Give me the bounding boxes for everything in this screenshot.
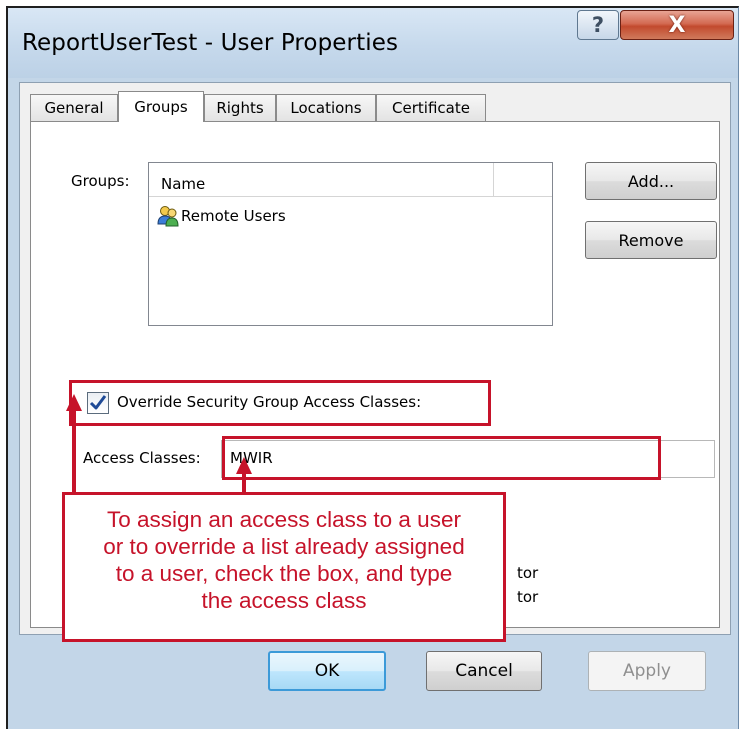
help-icon: ? (591, 13, 605, 37)
callout-arrow-line-left-upper (72, 410, 76, 492)
tab-locations[interactable]: Locations (276, 94, 376, 121)
instruction-callout: To assign an access class to a user or t… (62, 492, 506, 642)
apply-button[interactable]: Apply (588, 651, 706, 691)
close-icon: X (668, 12, 686, 38)
callout-line-3: to a user, check the box, and type (115, 561, 453, 586)
ok-button[interactable]: OK (268, 651, 386, 691)
close-button[interactable]: X (620, 10, 734, 40)
tab-rights[interactable]: Rights (204, 94, 276, 121)
arrowhead-up-center (236, 457, 252, 474)
help-button[interactable]: ? (577, 10, 619, 40)
window-title: ReportUserTest - User Properties (22, 30, 399, 56)
arrowhead-up-left (66, 394, 82, 411)
properties-window: ReportUserTest - User Properties ? X Gen… (6, 6, 739, 729)
groups-list[interactable]: Name Remote Users (148, 162, 553, 326)
column-header-name[interactable]: Name (149, 163, 494, 197)
input-highlight-box (222, 436, 661, 480)
checkmark-icon (89, 395, 107, 410)
add-button[interactable]: Add... (585, 162, 717, 200)
obscured-text-right-2: tor (517, 588, 539, 606)
groups-list-header: Name (149, 163, 552, 197)
title-bar[interactable]: ReportUserTest - User Properties ? X (8, 8, 738, 78)
tab-groups[interactable]: Groups (118, 91, 204, 122)
obscured-text-right-1: tor (517, 564, 539, 582)
groups-label: Groups: (71, 172, 130, 190)
callout-line-4: the access class (201, 588, 367, 613)
list-item[interactable]: Remote Users (157, 205, 286, 227)
override-checkbox[interactable] (87, 392, 109, 414)
dialog-content: General Groups Rights Locations Certific… (19, 82, 731, 642)
group-name: Remote Users (181, 207, 286, 225)
override-label: Override Security Group Access Classes: (117, 393, 422, 411)
tab-certificate[interactable]: Certificate (376, 94, 486, 121)
remove-button[interactable]: Remove (585, 221, 717, 259)
callout-line-1: To assign an access class to a user (107, 507, 461, 532)
user-group-icon (157, 205, 181, 227)
callout-line-2: or to override a list already assigned (103, 534, 465, 559)
access-classes-label: Access Classes: (83, 449, 201, 467)
tab-general[interactable]: General (30, 94, 118, 121)
callout-arrow-line-center (242, 473, 246, 493)
tab-strip: General Groups Rights Locations Certific… (30, 91, 720, 122)
cancel-button[interactable]: Cancel (426, 651, 542, 691)
